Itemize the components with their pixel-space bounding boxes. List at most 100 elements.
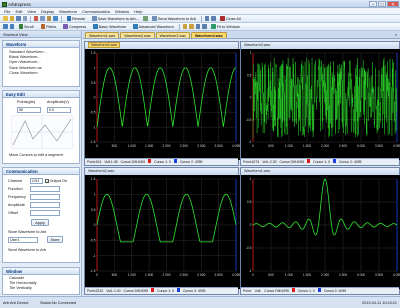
menu-display[interactable]: Display [41, 9, 54, 14]
filters-icon [40, 24, 45, 29]
close-button[interactable]: ✕ [387, 0, 399, 7]
x-tick-label: 3 000 [357, 273, 365, 277]
output-on-toggle[interactable]: Output On [45, 179, 67, 183]
x-tick-label: 500 [112, 273, 118, 277]
cursor2-swatch [317, 288, 321, 292]
grid-icon[interactable] [204, 16, 210, 21]
point-readout: Point:424 [87, 160, 102, 164]
compress-button[interactable]: Compress [61, 23, 89, 30]
menu-communication[interactable]: Communication [82, 9, 110, 14]
advanced-waveform-button[interactable]: Advanced Waveform [131, 23, 177, 30]
store-label: Store Waveform to Arb [8, 230, 47, 234]
menu-help[interactable]: Help [134, 9, 142, 14]
waveform-plot[interactable]: 0 500 1 000 1 500 2 000 2 500 3 000 3 500 4 095 1… [241, 174, 400, 289]
cursor-diff-readout: Cursor Diff:4095 [279, 160, 305, 164]
x-tick-label: 2 000 [321, 273, 329, 277]
minimize-button[interactable]: – [369, 0, 377, 7]
tab-waveform3[interactable]: Waveform3.wav [155, 31, 190, 38]
marker-icon[interactable] [202, 24, 207, 29]
pointer-icon[interactable] [3, 24, 8, 29]
connection-status: Status:No Connected [40, 300, 77, 305]
y-tick-label: 0 [94, 95, 96, 99]
offset-input[interactable] [30, 210, 60, 216]
remote-icon [66, 16, 71, 21]
equation-icon[interactable] [189, 24, 194, 29]
amplitude-label: Amplitude(V) [47, 100, 69, 104]
channel-select[interactable]: CH1 [30, 178, 43, 184]
filters-button[interactable]: Filters [38, 23, 59, 30]
send-waveform-to-arb-button[interactable]: Send Waveform to Arb [150, 15, 199, 22]
offset-label: Offset [8, 211, 19, 215]
x-tick-label: 2 500 [180, 273, 188, 277]
datetime-status: 2013-04-11 10:43:21 [362, 300, 397, 305]
cursor-icon[interactable] [195, 24, 201, 29]
menu-edit[interactable]: Edit [15, 9, 22, 14]
y-tick-label: -0.5 [90, 110, 96, 114]
easy-edit-preview[interactable] [11, 115, 73, 149]
amplitude-field[interactable] [30, 202, 60, 208]
channel-label: Channel [8, 179, 23, 183]
tile-vertically-link[interactable]: Tile Vertically [3, 285, 79, 290]
x-tick-label: 1 000 [128, 144, 136, 148]
tab-waveform2[interactable]: Waveform2.wav [120, 31, 155, 38]
y-tick-label: -0.5 [246, 246, 252, 250]
remote-button[interactable]: Remote [64, 15, 88, 22]
y-tick-label: 0 [250, 223, 252, 227]
scroll-button[interactable]: Scroll [16, 23, 36, 30]
zoom-icon[interactable] [9, 24, 14, 29]
close-tab-icon[interactable]: × [395, 32, 397, 37]
function-select[interactable] [30, 186, 60, 192]
close-waveform-link[interactable]: Close Waveform [3, 70, 79, 75]
waveform-plot[interactable]: 0 500 1 000 1 500 2 000 2 500 3 000 3 500 4 095 1… [241, 48, 400, 160]
frequency-input[interactable] [30, 194, 60, 200]
x-tick-label: 4 095 [232, 273, 240, 277]
close-all-button[interactable]: Close All [218, 15, 243, 22]
amplitude-input[interactable]: 0.0 [47, 107, 71, 113]
refresh-icon[interactable] [143, 16, 148, 21]
tab-waveform1[interactable]: Waveform1.wav [85, 31, 120, 38]
paste-icon[interactable] [46, 16, 51, 21]
x-tick-label: 500 [268, 144, 274, 148]
waveform-plot[interactable]: 0 500 1 000 1 500 2 000 2 500 3 000 3 500 4 095 1… [85, 48, 240, 160]
basic-waveform-button[interactable]: Basic Waveform [91, 23, 129, 30]
y-tick-label: -0.5 [90, 238, 96, 242]
tab-waveform4[interactable]: Waveform4.wav [190, 31, 227, 38]
layout-icon[interactable] [211, 16, 216, 21]
cursor1-swatch [151, 288, 155, 292]
x-tick-label: 1 500 [303, 144, 311, 148]
cursor-diff-readout: Cursor Diff:4095 [123, 289, 149, 293]
cursor2-swatch [332, 159, 336, 163]
menu-window[interactable]: Window [115, 9, 129, 14]
waveform-plot[interactable]: 0 500 1 000 1 500 2 000 2 500 3 000 3 500 4 095 1… [85, 174, 240, 289]
apply-button[interactable]: Apply [31, 219, 49, 226]
new-icon[interactable] [3, 16, 8, 21]
document-tabs: Waveform1.wav Waveform2.wav Waveform3.wa… [83, 31, 400, 39]
undo-icon[interactable] [53, 16, 58, 21]
store-button[interactable]: Store [47, 236, 63, 243]
save-icon[interactable] [16, 16, 21, 21]
title-bar: ArbExpress – □ ✕ [0, 0, 400, 8]
frequency-label: Frequency [8, 195, 26, 199]
cursor2-readout: Cursor 2: 4095 [323, 289, 347, 293]
menu-file[interactable]: File [4, 9, 10, 14]
cut-icon[interactable] [33, 16, 38, 21]
points-input[interactable]: 50 [17, 107, 41, 113]
math-icon[interactable] [182, 24, 188, 29]
send-waveform-link[interactable]: Send Waveform to Arb [8, 248, 46, 252]
maximize-button[interactable]: □ [378, 0, 386, 7]
store-slot-select[interactable]: User1 [8, 237, 38, 243]
y-tick-label: 0.5 [91, 207, 96, 211]
print-icon[interactable] [22, 16, 27, 21]
x-tick-label: 4 095 [393, 144, 400, 148]
point-readout: Point:2210 [87, 289, 104, 293]
cursor2-readout: Cursor 2: 4095 [338, 160, 362, 164]
output-on-checkbox[interactable] [45, 179, 49, 183]
advanced-waveform-icon [133, 24, 138, 29]
chart-status-bar: Point:4074 Volt:-2.33 Cursor Diff:4095 C… [241, 158, 399, 165]
open-icon[interactable] [9, 16, 14, 21]
save-waveform-to-arb-button[interactable]: Save Waveform to Arb... [90, 15, 142, 22]
menu-view[interactable]: View [27, 9, 36, 14]
fit-to-window-button[interactable]: Fit to Window [209, 23, 243, 30]
menu-waveform[interactable]: Waveform [59, 9, 77, 14]
copy-icon[interactable] [40, 16, 45, 21]
